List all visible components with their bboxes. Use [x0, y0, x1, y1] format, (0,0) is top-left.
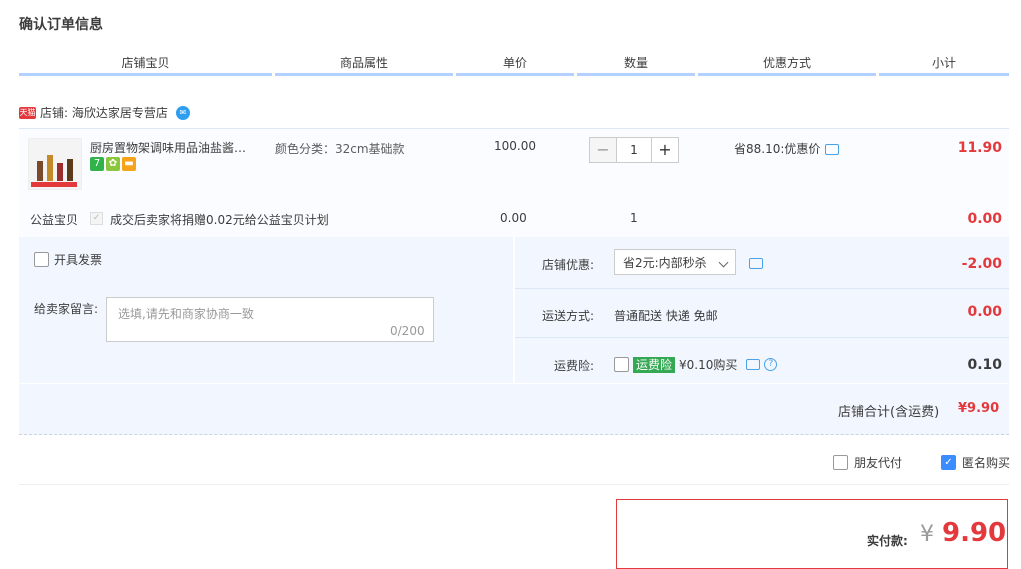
tmall-icon: 天猫: [19, 106, 36, 119]
charity-checkbox: ✓: [90, 212, 103, 225]
product-name[interactable]: 厨房置物架调味用品油盐酱…: [90, 139, 270, 156]
unit-price: 100.00: [494, 139, 536, 153]
charity-description: 成交后卖家将捐赠0.02元给公益宝贝计划: [110, 213, 329, 227]
increase-quantity-button[interactable]: +: [651, 137, 679, 163]
quantity-input[interactable]: 1: [617, 137, 651, 163]
payment-amount: 9.90: [942, 518, 1007, 548]
insurance-label: 运费险:: [553, 359, 594, 373]
column-header-shop-item: 店铺宝贝: [121, 56, 170, 70]
divider: [515, 288, 1009, 289]
insurance-tag: 运费险: [633, 356, 676, 373]
divider: [19, 484, 1009, 485]
payment-label: 实付款:: [867, 534, 908, 548]
discount-method: 省88.10:优惠价: [734, 140, 840, 157]
thumbnail-banner: [31, 182, 77, 187]
column-header-subtotal: 小计: [931, 56, 956, 70]
charity-quantity: 1: [630, 211, 638, 225]
charity-label: 公益宝贝: [30, 213, 79, 227]
page-title: 确认订单信息: [19, 17, 103, 33]
header-underline: [698, 73, 876, 76]
bottle-shape: [67, 159, 73, 181]
shipping-label: 运送方式:: [541, 309, 594, 323]
insurance-checkbox[interactable]: [614, 357, 629, 372]
charity-price: 0.00: [500, 211, 527, 225]
discount-text: 省88.10:优惠价: [734, 142, 821, 156]
friend-pay-label: 朋友代付: [854, 456, 903, 470]
product-badges: 7 ✿ ▬: [90, 157, 136, 171]
decrease-quantity-button[interactable]: −: [589, 137, 617, 163]
friend-pay-option[interactable]: 朋友代付: [833, 454, 902, 471]
comment-icon[interactable]: [825, 144, 840, 155]
bottle-shape: [47, 155, 53, 181]
shop-total-label: 店铺合计(含运费): [838, 405, 940, 420]
insurance-option: 运费险 ¥0.10购买 ?: [614, 356, 778, 373]
friend-pay-checkbox[interactable]: [833, 455, 848, 470]
message-placeholder: 选填,请先和商家协商一致: [118, 307, 254, 321]
comment-icon[interactable]: [746, 359, 761, 370]
product-thumbnail[interactable]: [28, 138, 82, 190]
header-underline: [19, 73, 272, 76]
shop-discount-select[interactable]: 省2元:内部秒杀: [614, 249, 736, 275]
column-header-attribute: 商品属性: [339, 56, 388, 70]
invoice-option[interactable]: 开具发票: [34, 251, 102, 268]
comment-icon[interactable]: [749, 258, 763, 269]
message-label: 给卖家留言:: [34, 302, 99, 316]
shop-line: 天猫 店铺: 海欣达家居专营店 ✉: [19, 104, 190, 121]
invoice-checkbox[interactable]: [34, 252, 49, 267]
header-underline: [577, 73, 695, 76]
item-subtotal: 11.90: [957, 140, 1002, 156]
anonymous-purchase-option[interactable]: ✓ 匿名购买: [941, 454, 1010, 471]
charity-subtotal: 0.00: [967, 211, 1002, 227]
bottle-shape: [57, 163, 63, 181]
message-char-count: 0/200: [390, 324, 425, 338]
header-underline: [456, 73, 574, 76]
help-icon[interactable]: ?: [764, 358, 778, 371]
shipping-value: 0.00: [967, 304, 1002, 320]
shop-total-value: ¥9.90: [958, 401, 1000, 416]
seven-day-return-icon[interactable]: 7: [90, 157, 104, 171]
product-attribute: 颜色分类：32cm基础款: [275, 142, 405, 156]
guarantee-icon[interactable]: ✿: [106, 157, 120, 171]
anonymous-purchase-label: 匿名购买: [962, 456, 1011, 470]
shop-name[interactable]: 店铺: 海欣达家居专营店: [40, 104, 168, 121]
chat-bubble-icon[interactable]: ✉: [175, 105, 190, 120]
column-headers: 店铺宝贝 商品属性 单价 数量 优惠方式 小计: [19, 55, 1009, 77]
insurance-value: 0.10: [967, 357, 1002, 373]
shop-discount-value: -2.00: [961, 256, 1002, 272]
anonymous-purchase-checkbox[interactable]: ✓: [941, 455, 956, 470]
shop-discount-selected: 省2元:内部秒杀: [623, 256, 707, 270]
shop-discount-label: 店铺优惠:: [541, 258, 594, 272]
column-header-quantity: 数量: [623, 56, 648, 70]
insurance-price: ¥0.10购买: [679, 358, 738, 372]
shipping-method: 普通配送 快递 免邮: [614, 309, 718, 323]
header-underline: [275, 73, 453, 76]
column-header-price: 单价: [502, 56, 527, 70]
payment-currency: ¥: [920, 522, 934, 547]
header-underline: [879, 73, 1009, 76]
bottle-shape: [37, 161, 43, 181]
credit-card-icon[interactable]: ▬: [122, 157, 136, 171]
column-header-discount: 优惠方式: [762, 56, 811, 70]
quantity-stepper: − 1 +: [589, 137, 679, 163]
divider: [515, 337, 1009, 338]
invoice-label: 开具发票: [54, 253, 103, 267]
chevron-down-icon: [718, 257, 729, 268]
